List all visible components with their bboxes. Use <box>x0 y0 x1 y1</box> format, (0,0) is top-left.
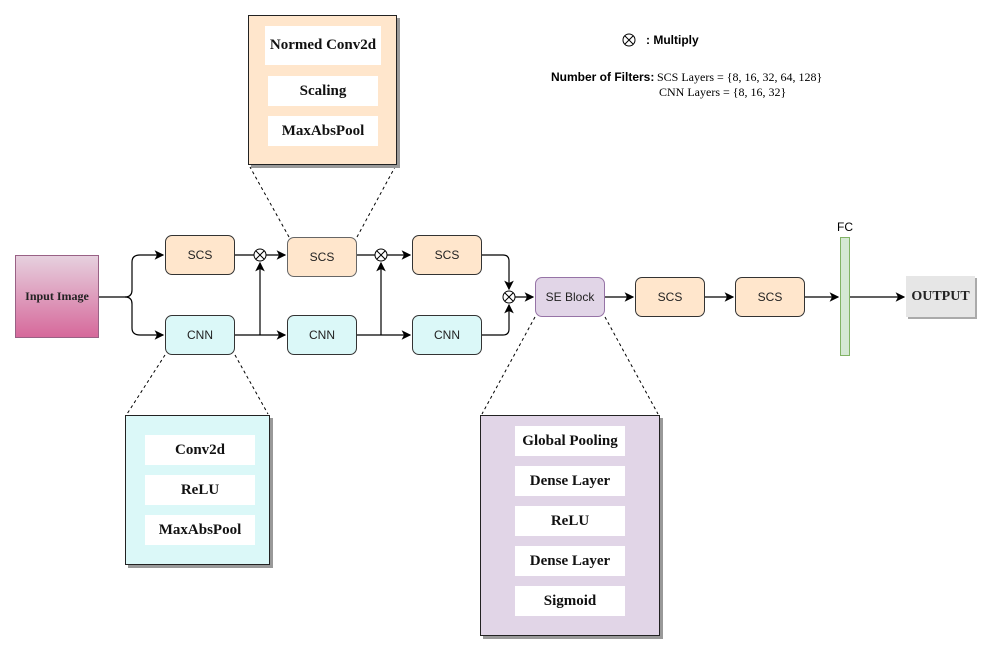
scs-block-5: SCS <box>735 277 805 317</box>
multiply-icon <box>502 290 516 304</box>
fc-label: FC <box>837 220 853 234</box>
cnn-block-3: CNN <box>412 315 482 355</box>
legend-multiply-label: : Multiply <box>646 33 699 47</box>
cnn-block-2: CNN <box>287 315 357 355</box>
se-detail-sigmoid: Sigmoid <box>515 586 625 616</box>
legend-filters-title: Number of Filters: <box>551 70 655 84</box>
cnn-detail-maxabspool: MaxAbsPool <box>145 515 255 545</box>
se-detail-panel: Global Pooling Dense Layer ReLU Dense La… <box>480 415 660 636</box>
scs-detail-maxabspool: MaxAbsPool <box>268 116 378 146</box>
scs-block-4: SCS <box>635 277 705 317</box>
scs-detail-normed-conv2d: Normed Conv2d <box>265 26 381 65</box>
cnn-detail-relu: ReLU <box>145 475 255 505</box>
cnn-detail-conv2d: Conv2d <box>145 435 255 465</box>
scs-detail-panel: Normed Conv2d Scaling MaxAbsPool <box>248 15 397 165</box>
se-detail-relu: ReLU <box>515 506 625 536</box>
se-block: SE Block <box>535 277 605 317</box>
legend-scs-filters: SCS Layers = {8, 16, 32, 64, 128} <box>657 70 823 84</box>
legend-cnn-filters: CNN Layers = {8, 16, 32} <box>659 85 787 99</box>
multiply-icon <box>374 248 388 262</box>
cnn-detail-panel: Conv2d ReLU MaxAbsPool <box>125 415 270 565</box>
scs-block-1: SCS <box>165 235 235 275</box>
multiply-icon <box>253 248 267 262</box>
se-detail-dense-layer-1: Dense Layer <box>515 466 625 496</box>
fc-layer <box>840 237 850 356</box>
scs-detail-scaling: Scaling <box>268 76 378 106</box>
scs-block-2: SCS <box>287 237 357 277</box>
multiply-icon <box>622 33 636 47</box>
scs-block-3: SCS <box>412 235 482 275</box>
architecture-diagram: Input Image SCS SCS SCS CNN CNN CNN SE B… <box>0 0 993 655</box>
se-detail-dense-layer-2: Dense Layer <box>515 546 625 576</box>
cnn-block-1: CNN <box>165 315 235 355</box>
output-block: OUTPUT <box>906 276 975 317</box>
input-image-block: Input Image <box>15 255 99 338</box>
se-detail-global-pooling: Global Pooling <box>515 426 625 456</box>
